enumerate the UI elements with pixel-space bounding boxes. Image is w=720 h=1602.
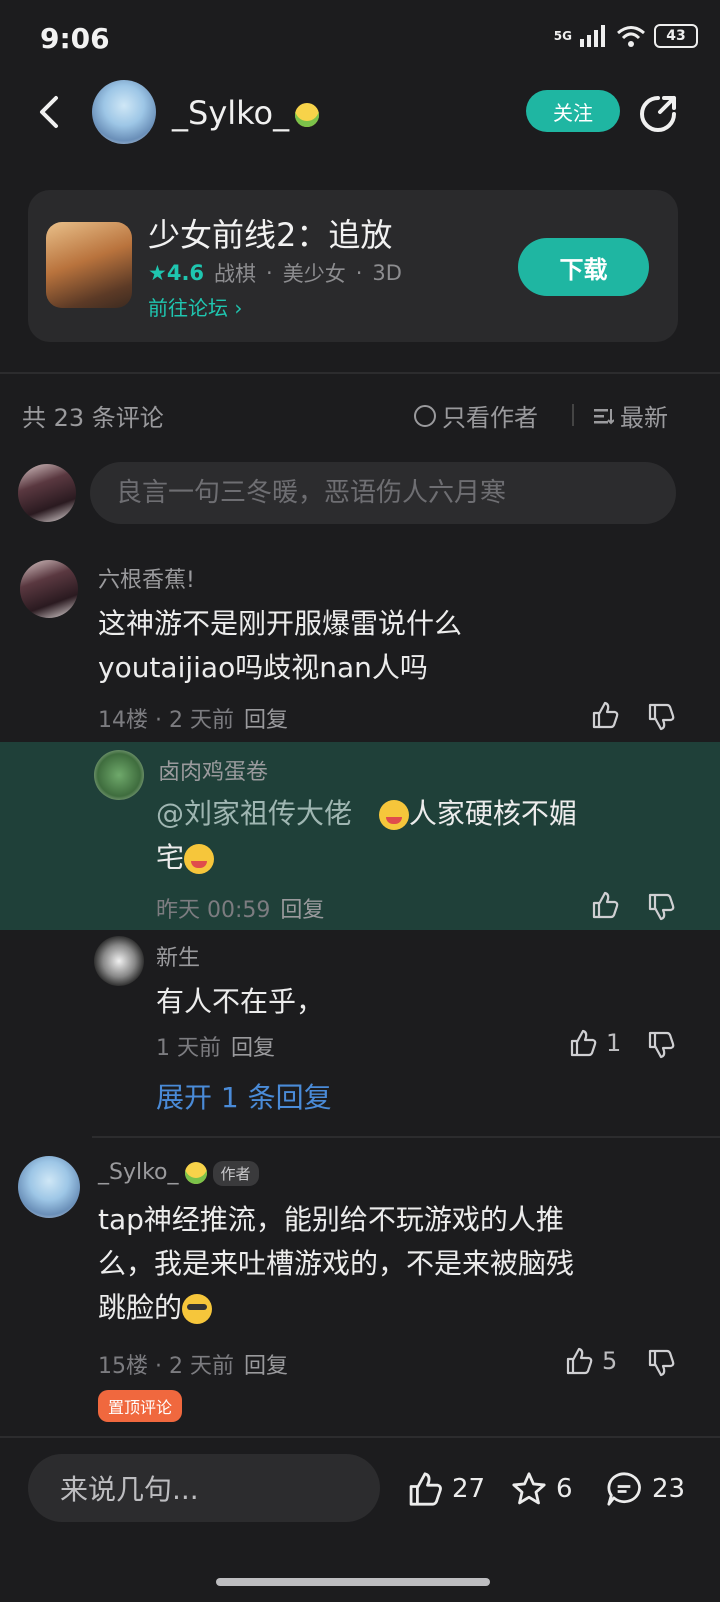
only-author-toggle[interactable]: 只看作者 (414, 398, 538, 433)
bottom-comment-input[interactable]: 来说几句... (28, 1454, 380, 1522)
commenter-name-text: _Sylko_ (98, 1160, 179, 1185)
like-count: 27 (452, 1474, 486, 1504)
game-title[interactable]: 少女前线2：追放 (148, 210, 392, 256)
signal-icon (580, 25, 605, 47)
thumbs-up-icon[interactable] (590, 890, 620, 920)
comment-meta: 15楼 · 2 天前 回复 (98, 1354, 288, 1379)
replier-avatar[interactable] (94, 936, 144, 986)
floor-number: 14楼 (98, 708, 148, 733)
user-badge-icon (295, 103, 320, 127)
sort-icon (594, 408, 614, 424)
comment-text-line: 这神游不是刚开服爆雷说什么 (98, 607, 463, 640)
separator (572, 404, 574, 426)
pinned-tag: 置顶评论 (98, 1390, 183, 1422)
comment-text-line: 跳脸的 (98, 1291, 183, 1324)
comment-time: 2 天前 (168, 1354, 234, 1379)
reply-meta: 1 天前 回复 (156, 1030, 275, 1062)
game-tag: 美少女 (282, 262, 346, 286)
author-avatar[interactable] (92, 80, 156, 144)
like-count: 1 (606, 1029, 622, 1057)
reply-body: 有人不在乎， (156, 985, 325, 1018)
reply-body: @刘家祖传大佬 人家硬核不媚 宅 (156, 792, 577, 880)
replier-avatar[interactable] (94, 750, 144, 800)
expand-replies-link[interactable]: 展开 1 条回复 (156, 1076, 332, 1116)
blush-emoji-icon (184, 844, 215, 874)
comment-text-line: youtaijiao吗歧视nan人吗 (98, 651, 428, 684)
thumbs-up-icon (566, 1347, 593, 1375)
blush-emoji-icon (378, 800, 409, 830)
divider (92, 1136, 720, 1138)
my-avatar (18, 464, 76, 522)
sort-latest-button[interactable]: 最新 (594, 398, 668, 433)
status-indicators: 5G 43 (554, 24, 698, 48)
network-type: 5G (553, 29, 572, 43)
favorite-button[interactable]: 6 (510, 1470, 573, 1508)
thumbs-up-icon (409, 1472, 442, 1506)
sort-label: 最新 (620, 404, 668, 432)
commenter-avatar[interactable] (20, 560, 78, 618)
battery-indicator: 43 (654, 24, 698, 48)
commenter-avatar[interactable] (18, 1156, 80, 1218)
game-rating: ★4.6 (148, 261, 205, 285)
thumbs-down-icon[interactable] (646, 1030, 676, 1060)
like-post-button[interactable]: 27 (406, 1470, 485, 1508)
comment-text-line: 么，我是来吐槽游戏的，不是来被脑残 (98, 1247, 575, 1280)
reply-time: 1 天前 (156, 1036, 221, 1061)
cool-emoji-icon (182, 1294, 213, 1324)
chat-bubble-icon (607, 1472, 641, 1506)
favorite-count: 6 (556, 1474, 573, 1504)
commenter-name[interactable]: 六根香蕉! (98, 562, 195, 594)
thumbs-up-icon[interactable] (590, 700, 620, 730)
reply-button[interactable]: 回复 (244, 708, 288, 733)
star-icon (512, 1472, 546, 1505)
reply-time: 昨天 00:59 (156, 898, 271, 923)
reply-button[interactable]: 回复 (280, 898, 324, 923)
replier-name[interactable]: 卤肉鸡蛋卷 (158, 754, 268, 786)
thumbs-down-icon[interactable] (646, 1348, 676, 1378)
only-author-label: 只看作者 (442, 404, 538, 432)
game-tag: 战棋 (214, 262, 257, 286)
commenter-name[interactable]: _Sylko_ 作者 (98, 1160, 259, 1186)
comment-count: 23 (652, 1474, 686, 1504)
thumbs-down-icon[interactable] (646, 702, 676, 732)
reply-button[interactable]: 回复 (231, 1036, 275, 1061)
like-button[interactable]: 1 (568, 1028, 621, 1058)
reply-button[interactable]: 回复 (244, 1354, 288, 1379)
like-count: 5 (602, 1347, 618, 1375)
home-indicator[interactable] (216, 1578, 490, 1586)
floor-number: 15楼 (98, 1354, 148, 1379)
game-icon[interactable] (46, 222, 132, 308)
thumbs-down-icon[interactable] (646, 892, 676, 922)
reply-text-line: 宅 (156, 841, 185, 874)
comment-input[interactable] (90, 462, 676, 524)
back-arrow-icon[interactable] (30, 92, 70, 132)
reply-text-line: 人家硬核不媚 (408, 797, 577, 830)
download-button[interactable]: 下载 (518, 238, 649, 296)
status-time: 9:06 (40, 22, 110, 55)
comment-meta: 14楼 · 2 天前 回复 (98, 708, 288, 733)
forum-link[interactable]: 前往论坛 › (148, 292, 242, 321)
author-name-text: _Sylko_ (172, 94, 290, 132)
comment-body: tap神经推流，能别给不玩游戏的人推 么，我是来吐槽游戏的，不是来被脑残 跳脸的 (98, 1198, 698, 1330)
comment-text-line: tap神经推流，能别给不玩游戏的人推 (98, 1203, 564, 1236)
follow-button[interactable]: 关注 (526, 90, 620, 132)
game-tag: 3D (372, 261, 402, 285)
radio-circle-icon (414, 404, 436, 427)
game-meta: ★4.6 战棋 · 美少女 · 3D (148, 258, 402, 288)
comments-button[interactable]: 23 (604, 1470, 685, 1508)
comment-time: 2 天前 (168, 708, 234, 733)
thumbs-up-icon (570, 1029, 597, 1057)
divider (0, 372, 720, 374)
comment-body: 这神游不是刚开服爆雷说什么 youtaijiao吗歧视nan人吗 (98, 602, 462, 690)
like-button[interactable]: 5 (564, 1346, 617, 1376)
reply-meta: 昨天 00:59 回复 (156, 892, 324, 924)
author-tag: 作者 (212, 1160, 259, 1186)
wifi-icon (617, 26, 645, 47)
replier-name[interactable]: 新生 (156, 940, 200, 972)
author-name[interactable]: _Sylko_ (172, 94, 320, 132)
comment-count: 共 23 条评论 (22, 404, 164, 432)
mention-link[interactable]: @刘家祖传大佬 (156, 797, 352, 830)
user-badge-icon (184, 1162, 207, 1184)
share-icon[interactable] (636, 92, 680, 136)
